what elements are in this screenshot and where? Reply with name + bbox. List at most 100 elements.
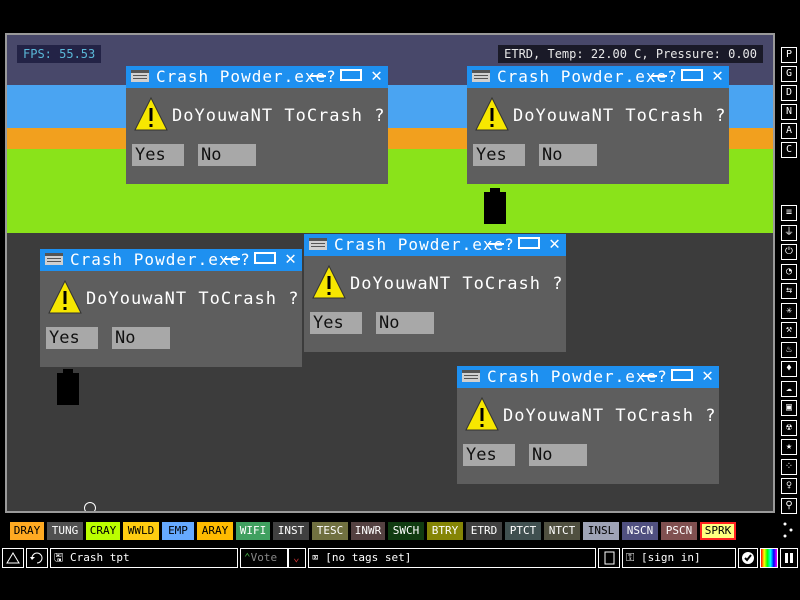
element-ntct[interactable]: NTCT xyxy=(544,522,580,540)
no-button[interactable]: No xyxy=(112,327,170,349)
dots-icon[interactable]: ⁘ xyxy=(781,458,797,475)
minimize-icon[interactable] xyxy=(651,75,667,77)
crash-dialog: Crash Powder.exe? ✕ DoYouwaNT ToCrash ? … xyxy=(467,66,729,184)
power-icon[interactable]: ⏻ xyxy=(781,244,797,260)
minimize-icon[interactable] xyxy=(641,375,657,377)
crash-dialog: Crash Powder.exe? ✕ DoYouwaNT ToCrash ? … xyxy=(457,366,719,484)
fire-icon[interactable]: ♨ xyxy=(781,341,797,358)
side-menu-0[interactable]: P xyxy=(781,47,797,63)
side-menu-1[interactable]: G xyxy=(781,66,797,82)
element-swch[interactable]: SWCH xyxy=(388,522,424,540)
gas-icon[interactable]: ☁ xyxy=(781,380,797,397)
element-sprk[interactable]: SPRK xyxy=(700,522,736,540)
maximize-icon[interactable] xyxy=(681,69,703,81)
dialog-message: DoYouwaNT ToCrash ? xyxy=(86,289,300,309)
crash-dialog: Crash Powder.exe? ✕ DoYouwaNT ToCrash ? … xyxy=(40,249,302,367)
element-pscn[interactable]: PSCN xyxy=(661,522,697,540)
window-icon xyxy=(131,70,149,82)
element-cray[interactable]: CRAY xyxy=(86,522,120,540)
tools-icon[interactable]: ⚒ xyxy=(781,322,797,338)
element-dray[interactable]: DRAY xyxy=(10,522,44,540)
element-insl[interactable]: INSL xyxy=(583,522,619,540)
search-icon[interactable]: ⚲ xyxy=(781,497,797,514)
plug-icon[interactable]: ⏚ xyxy=(781,224,797,241)
yes-button[interactable]: Yes xyxy=(310,312,362,334)
warning-icon xyxy=(312,264,346,299)
explosive-icon[interactable]: ✳ xyxy=(781,302,797,319)
close-icon[interactable]: ✕ xyxy=(371,67,382,85)
element-tung[interactable]: TUNG xyxy=(47,522,83,540)
no-button[interactable]: No xyxy=(376,312,434,334)
no-button[interactable]: No xyxy=(539,144,597,166)
dialog-titlebar[interactable]: Crash Powder.exe? ✕ xyxy=(457,366,719,388)
close-icon[interactable]: ✕ xyxy=(285,250,296,268)
render-options-button[interactable] xyxy=(760,548,778,568)
pause-button[interactable] xyxy=(780,548,798,568)
element-inwr[interactable]: INWR xyxy=(351,522,385,540)
radiation-icon[interactable]: ☢ xyxy=(781,419,797,436)
upvote-icon: ⌃ xyxy=(244,551,251,564)
sensor-icon[interactable]: ◔ xyxy=(781,263,797,280)
minimize-icon[interactable] xyxy=(310,75,326,77)
dots-icon[interactable] xyxy=(778,518,798,542)
open-button[interactable] xyxy=(2,548,24,568)
downvote-icon: ⌄ xyxy=(293,551,300,564)
no-button[interactable]: No xyxy=(529,444,587,466)
dialog-message: DoYouwaNT ToCrash ? xyxy=(350,274,564,294)
reload-button[interactable] xyxy=(26,548,48,568)
life-icon[interactable]: ♀ xyxy=(781,478,797,494)
settings-button[interactable] xyxy=(738,548,758,568)
save-icon: 🖫 xyxy=(54,551,64,564)
vote-up-button[interactable]: ⌃Vote xyxy=(240,548,288,568)
close-icon[interactable]: ✕ xyxy=(712,67,723,85)
yes-button[interactable]: Yes xyxy=(473,144,525,166)
box-icon[interactable]: ▣ xyxy=(781,400,797,416)
force-icon[interactable]: ⇆ xyxy=(781,283,797,299)
dialog-titlebar[interactable]: Crash Powder.exe? ✕ xyxy=(126,66,388,88)
element-emp[interactable]: EMP xyxy=(162,522,194,540)
side-menu-2[interactable]: D xyxy=(781,85,797,101)
element-ptct[interactable]: PTCT xyxy=(505,522,541,540)
vote-down-button[interactable]: ⌄ xyxy=(288,548,306,568)
close-icon[interactable]: ✕ xyxy=(702,367,713,385)
minimize-icon[interactable] xyxy=(224,258,240,260)
warning-icon xyxy=(134,96,168,131)
warning-icon xyxy=(48,279,82,314)
dialog-titlebar[interactable]: Crash Powder.exe? ✕ xyxy=(467,66,729,88)
yes-button[interactable]: Yes xyxy=(463,444,515,466)
save-name: Crash tpt xyxy=(70,551,130,564)
report-button[interactable] xyxy=(598,548,620,568)
yes-button[interactable]: Yes xyxy=(46,327,98,349)
dialog-titlebar[interactable]: Crash Powder.exe? ✕ xyxy=(304,234,566,256)
element-inst[interactable]: INST xyxy=(273,522,309,540)
element-etrd[interactable]: ETRD xyxy=(466,522,502,540)
maximize-icon[interactable] xyxy=(518,237,540,249)
element-wifi[interactable]: WIFI xyxy=(236,522,270,540)
fps-counter: FPS: 55.53 xyxy=(17,45,102,63)
element-wwld[interactable]: WWLD xyxy=(123,522,159,540)
close-icon[interactable]: ✕ xyxy=(549,235,560,253)
dialog-message: DoYouwaNT ToCrash ? xyxy=(513,106,727,126)
element-btry[interactable]: BTRY xyxy=(427,522,463,540)
sign-in-label: [sign in] xyxy=(641,551,701,564)
menu-icon[interactable]: ≡ xyxy=(781,205,797,221)
side-menu-3[interactable]: N xyxy=(781,104,797,120)
star-icon[interactable]: ★ xyxy=(781,439,797,455)
maximize-icon[interactable] xyxy=(254,252,276,264)
maximize-icon[interactable] xyxy=(671,369,693,381)
side-menu-4[interactable]: A xyxy=(781,123,797,139)
tags-button[interactable]: ⌧ [no tags set] xyxy=(308,548,596,568)
element-nscn[interactable]: NSCN xyxy=(622,522,658,540)
yes-button[interactable]: Yes xyxy=(132,144,184,166)
element-tesc[interactable]: TESC xyxy=(312,522,348,540)
droplet-icon[interactable]: ♦ xyxy=(781,361,797,377)
maximize-icon[interactable] xyxy=(340,69,362,81)
side-menu-5[interactable]: C xyxy=(781,142,797,158)
save-button[interactable]: 🖫 Crash tpt xyxy=(50,548,238,568)
sign-in-button[interactable]: ⚿ [sign in] xyxy=(622,548,736,568)
no-button[interactable]: No xyxy=(198,144,256,166)
minimize-icon[interactable] xyxy=(488,243,504,245)
element-aray[interactable]: ARAY xyxy=(197,522,233,540)
dialog-titlebar[interactable]: Crash Powder.exe? ✕ xyxy=(40,249,302,271)
crash-dialog: Crash Powder.exe? ✕ DoYouwaNT ToCrash ? … xyxy=(126,66,388,184)
